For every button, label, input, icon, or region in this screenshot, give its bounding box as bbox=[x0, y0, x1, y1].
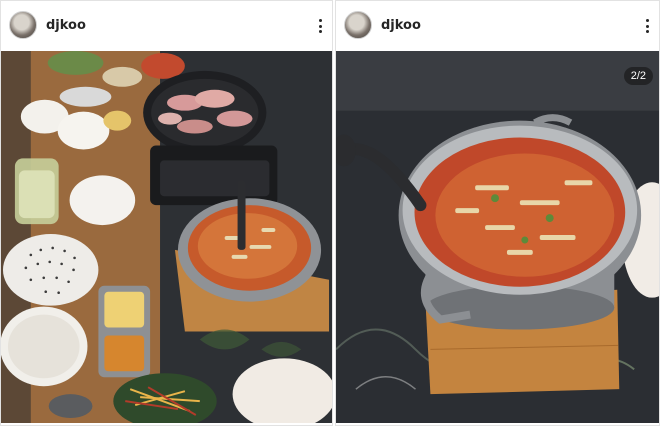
post-card-1: djkoo bbox=[0, 0, 333, 426]
post-header: djkoo bbox=[1, 1, 332, 49]
carousel-counter: 2/2 bbox=[623, 67, 653, 85]
avatar[interactable] bbox=[9, 11, 37, 39]
korean-bbq-table-photo bbox=[1, 51, 332, 423]
more-vertical-icon[interactable] bbox=[318, 19, 322, 33]
more-vertical-icon[interactable] bbox=[645, 19, 649, 33]
username[interactable]: djkoo bbox=[381, 18, 421, 33]
stew-pot-closeup-photo bbox=[336, 51, 659, 423]
post-photo[interactable]: 2/2 bbox=[336, 51, 659, 423]
post-card-2: djkoo 2/2 bbox=[335, 0, 660, 426]
username[interactable]: djkoo bbox=[46, 18, 86, 33]
post-header: djkoo bbox=[336, 1, 659, 49]
avatar[interactable] bbox=[344, 11, 372, 39]
post-photo[interactable] bbox=[1, 51, 332, 423]
